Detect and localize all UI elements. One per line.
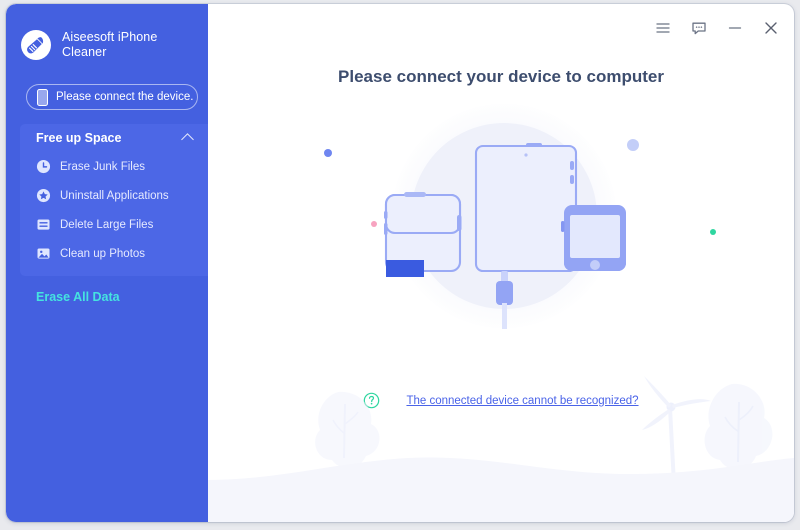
sidebar-group-free-up-space: Free up Space Erase Junk Files Uninstall… <box>20 124 208 276</box>
sidebar: Aiseesoft iPhone Cleaner Please connect … <box>6 4 208 522</box>
sidebar-item-label: Clean up Photos <box>60 247 146 260</box>
sidebar-item-label: Uninstall Applications <box>60 189 169 202</box>
sidebar-item-erase-all-data[interactable]: Erase All Data <box>36 290 120 304</box>
accent-dot-blue <box>324 149 332 157</box>
photo-icon <box>37 248 50 259</box>
application-window: Aiseesoft iPhone Cleaner Please connect … <box>6 4 794 522</box>
sidebar-item-uninstall-applications[interactable]: Uninstall Applications <box>20 181 208 210</box>
phone-icon <box>37 88 48 106</box>
main-content: Please connect your device to computer T… <box>208 4 794 522</box>
sidebar-item-erase-junk-files[interactable]: Erase Junk Files <box>20 152 208 181</box>
windmill-landscape-illustration <box>208 376 794 522</box>
iphone-home-button-device <box>561 205 626 271</box>
brand-header: Aiseesoft iPhone Cleaner <box>20 22 200 68</box>
help-row: The connected device cannot be recognize… <box>208 392 794 409</box>
broom-circle-icon <box>21 30 51 60</box>
chevron-up-icon[interactable] <box>181 133 194 146</box>
accent-dot-green <box>710 229 716 235</box>
device-status-pill[interactable]: Please connect the device. <box>26 84 198 110</box>
ipad-device <box>474 143 578 273</box>
question-circle-icon[interactable] <box>363 392 380 409</box>
sidebar-item-label: Erase Junk Files <box>60 160 146 173</box>
device-status-label: Please connect the device. <box>56 91 194 103</box>
connect-devices-illustration <box>324 104 716 329</box>
sidebar-group-header[interactable]: Free up Space <box>20 124 208 152</box>
clock-icon <box>36 159 51 174</box>
render-artifact-rect <box>386 260 424 277</box>
brand-title: Aiseesoft iPhone Cleaner <box>62 30 158 59</box>
star-circle-icon <box>36 188 51 203</box>
sidebar-item-clean-up-photos[interactable]: Clean up Photos <box>20 239 208 268</box>
file-rows-icon <box>37 219 50 230</box>
page-title: Please connect your device to computer <box>338 67 664 86</box>
hill <box>208 457 794 522</box>
accent-dot-pink <box>371 221 377 227</box>
sidebar-item-delete-large-files[interactable]: Delete Large Files <box>20 210 208 239</box>
accent-dot-light-blue <box>627 139 639 151</box>
device-not-recognized-link[interactable]: The connected device cannot be recognize… <box>406 395 638 407</box>
sidebar-item-label: Delete Large Files <box>60 218 154 231</box>
sidebar-group-label: Free up Space <box>36 131 122 145</box>
